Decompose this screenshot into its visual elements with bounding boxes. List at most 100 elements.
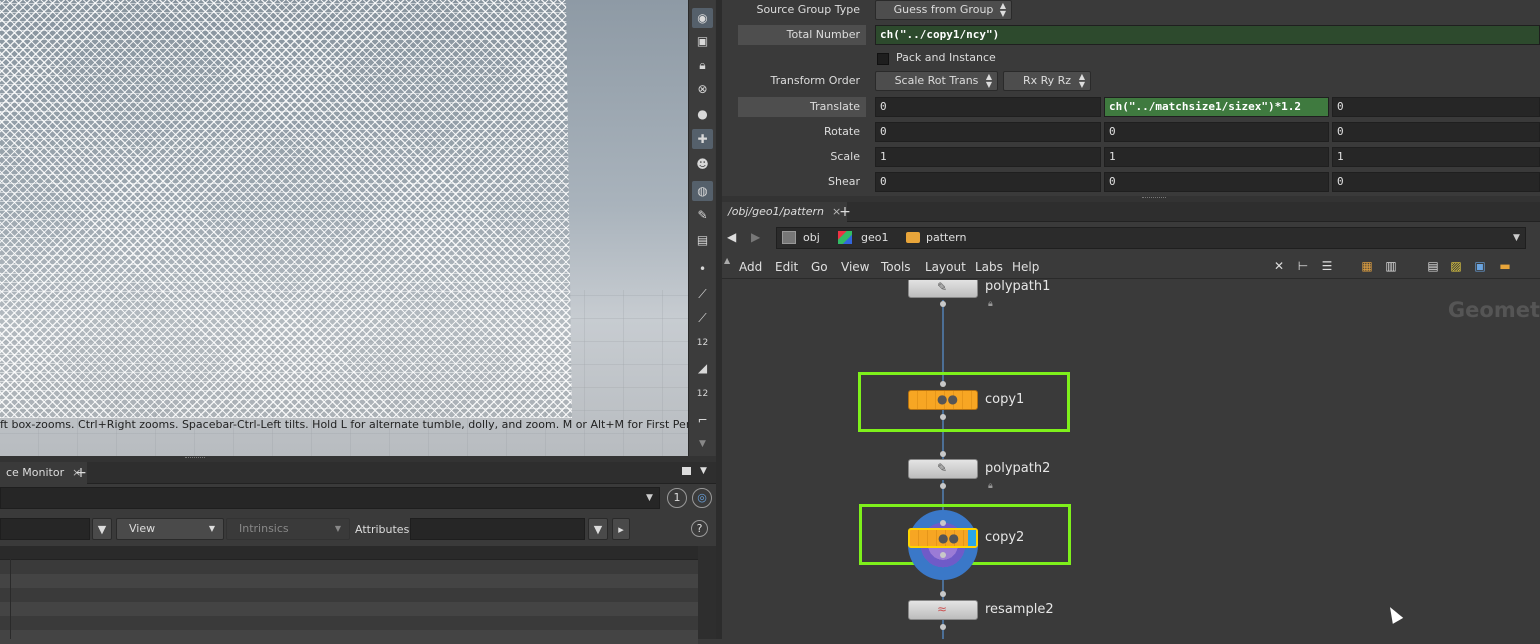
shear-y-field[interactable]: 0: [1104, 172, 1329, 192]
node-label[interactable]: polypath1: [985, 280, 1050, 294]
node-label[interactable]: resample2: [985, 602, 1054, 617]
flag-icon[interactable]: ▤: [1424, 259, 1442, 275]
output-port[interactable]: [940, 552, 946, 558]
transform-order-combo[interactable]: Scale Rot Trans ▲ ▼: [875, 71, 998, 91]
attributes-filter-input[interactable]: [410, 518, 585, 540]
chevron-down-icon[interactable]: ▼: [1513, 233, 1520, 243]
dot-icon[interactable]: •: [692, 259, 713, 279]
spreadsheet-node-path[interactable]: ▼: [0, 487, 660, 509]
sphere-icon[interactable]: ●: [692, 104, 713, 124]
node-polypath2[interactable]: ✎: [908, 459, 978, 479]
table-row[interactable]: [0, 560, 698, 574]
scale-y-field[interactable]: 1: [1104, 147, 1329, 167]
total-number-field[interactable]: ch("../copy1/ncy"): [875, 25, 1540, 45]
pack-and-instance-checkbox[interactable]: [877, 53, 889, 65]
brush-icon[interactable]: ✎: [692, 205, 713, 225]
wrench-icon[interactable]: ✕: [1270, 259, 1288, 275]
scale-z-field[interactable]: 1: [1332, 147, 1540, 167]
menu-labs[interactable]: Labs: [975, 260, 1003, 274]
node-copy2[interactable]: ●●: [908, 528, 978, 548]
breadcrumb-geo1[interactable]: geo1: [861, 227, 888, 249]
snap-icon[interactable]: ✚: [692, 129, 713, 149]
breadcrumb[interactable]: [776, 227, 1526, 249]
menu-edit[interactable]: Edit: [775, 260, 798, 274]
network-editor[interactable]: Geomet ✎ polypath1 🔒︎ ●● copy1 ✎ polypat…: [722, 280, 1540, 639]
grid-icon[interactable]: ▥: [1382, 259, 1400, 275]
menu-help[interactable]: Help: [1012, 260, 1039, 274]
view-combo[interactable]: View ▼: [116, 518, 224, 540]
menu-layout[interactable]: Layout: [925, 260, 966, 274]
menu-tools[interactable]: Tools: [881, 260, 911, 274]
ghost-icon[interactable]: ⊗: [692, 79, 713, 99]
network-box-icon[interactable]: ▬: [1496, 259, 1514, 275]
pen-icon[interactable]: ⟋: [692, 284, 713, 304]
table-row[interactable]: [0, 602, 698, 616]
rotation-order-combo[interactable]: Rx Ry Rz ▲ ▼: [1003, 71, 1091, 91]
group-filter-input[interactable]: [0, 518, 90, 540]
camera-icon[interactable]: ◉: [692, 8, 713, 28]
translate-y-field[interactable]: ch("../matchsize1/sizex")*1.2: [1104, 97, 1329, 117]
scene-viewport[interactable]: ft box-zooms. Ctrl+Right zooms. Spacebar…: [0, 0, 688, 456]
translate-x-field[interactable]: 0: [875, 97, 1101, 117]
color-palette-icon[interactable]: ▦: [1358, 259, 1376, 275]
rotate-x-field[interactable]: 0: [875, 122, 1101, 142]
help-button[interactable]: ?: [691, 520, 708, 537]
link-icon[interactable]: ◎: [692, 488, 712, 508]
node-copy1[interactable]: ●●: [908, 390, 978, 410]
corner-icon[interactable]: ⌐: [692, 410, 713, 430]
lock-icon[interactable]: 🔒︎: [692, 55, 713, 75]
breadcrumb-pattern[interactable]: pattern: [926, 227, 966, 249]
display-flag[interactable]: [968, 530, 976, 546]
spreadsheet-table[interactable]: [0, 546, 698, 644]
eraser-icon[interactable]: ◢: [692, 358, 713, 378]
breadcrumb-obj[interactable]: obj: [803, 227, 820, 249]
table-row[interactable]: [0, 574, 698, 588]
display-icon[interactable]: ▣: [692, 31, 713, 51]
grid-counter-icon[interactable]: 12: [692, 384, 713, 404]
add-tab-button[interactable]: +: [73, 462, 89, 484]
translate-z-field[interactable]: 0: [1332, 97, 1540, 117]
skull-icon[interactable]: ☻: [692, 154, 713, 174]
output-port[interactable]: [940, 301, 946, 307]
node-label[interactable]: copy1: [985, 392, 1024, 407]
back-arrow-icon[interactable]: ◀: [727, 230, 736, 244]
rotate-z-field[interactable]: 0: [1332, 122, 1540, 142]
collapse-icon[interactable]: ▲: [724, 256, 730, 265]
output-port[interactable]: [940, 483, 946, 489]
node-label[interactable]: copy2: [985, 530, 1024, 545]
filter-icon[interactable]: ▼: [92, 518, 112, 540]
node-label[interactable]: polypath2: [985, 461, 1050, 476]
scroll-down-icon[interactable]: ▼: [692, 434, 713, 454]
add-tab-button[interactable]: +: [837, 202, 853, 222]
input-port[interactable]: [940, 520, 946, 526]
output-port[interactable]: [940, 624, 946, 630]
shear-x-field[interactable]: 0: [875, 172, 1101, 192]
rotate-y-field[interactable]: 0: [1104, 122, 1329, 142]
filter-icon[interactable]: ▼: [588, 518, 608, 540]
pane-menu-icon[interactable]: ▼: [700, 466, 707, 476]
pin-number-button[interactable]: 1: [667, 488, 687, 508]
scale-x-field[interactable]: 1: [875, 147, 1101, 167]
table-row[interactable]: [0, 630, 698, 644]
list-icon[interactable]: ☰: [1318, 259, 1336, 275]
export-icon[interactable]: ▸: [612, 518, 630, 540]
output-port[interactable]: [940, 414, 946, 420]
counter-icon[interactable]: 12: [692, 333, 713, 353]
menu-add[interactable]: Add: [739, 260, 762, 274]
node-resample2[interactable]: ≈: [908, 600, 978, 620]
tree-icon[interactable]: ⊢: [1294, 259, 1312, 275]
table-row[interactable]: [0, 588, 698, 602]
forward-arrow-icon[interactable]: ▶: [751, 230, 760, 244]
tab-network-path[interactable]: /obj/geo1/pattern ×: [722, 202, 848, 222]
source-group-type-combo[interactable]: Guess from Group ▲ ▼: [875, 0, 1012, 20]
input-port[interactable]: [940, 381, 946, 387]
shear-z-field[interactable]: 0: [1332, 172, 1540, 192]
pipette-icon[interactable]: ⟋: [692, 308, 713, 328]
input-port[interactable]: [940, 451, 946, 457]
sticky-note-icon[interactable]: ▨: [1447, 259, 1465, 275]
light-icon[interactable]: ▤: [692, 230, 713, 250]
table-row[interactable]: [0, 616, 698, 630]
spreadsheet-scrollbar[interactable]: [698, 546, 716, 639]
maximize-icon[interactable]: [682, 467, 691, 475]
menu-go[interactable]: Go: [811, 260, 828, 274]
